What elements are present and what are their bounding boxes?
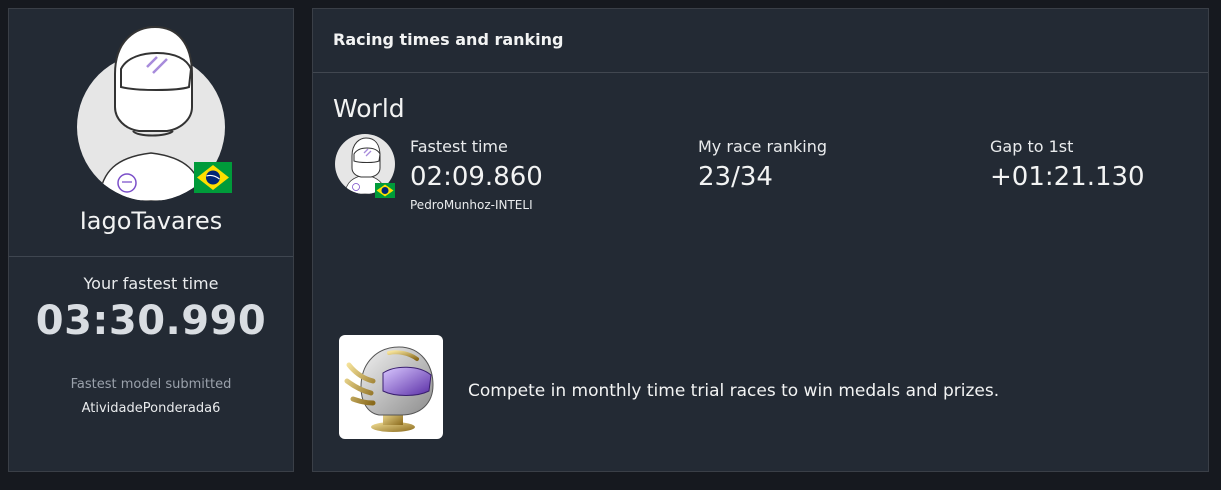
your-fastest-time-value: 03:30.990 xyxy=(35,298,267,344)
avatar xyxy=(77,19,232,201)
gap-to-first-stat: Gap to 1st +01:21.130 xyxy=(990,137,1145,192)
username: IagoTavares xyxy=(79,207,223,235)
gold-helmet-trophy-icon xyxy=(344,346,434,432)
racing-card-header: Racing times and ranking xyxy=(333,30,564,49)
race-ranking-stat: My race ranking 23/34 xyxy=(698,137,827,192)
fastest-model-value: AtividadePonderada6 xyxy=(81,401,221,416)
race-ranking-value: 23/34 xyxy=(698,162,773,192)
divider xyxy=(9,256,293,257)
fastest-model-label: Fastest model submitted xyxy=(70,377,232,392)
your-fastest-time-label: Your fastest time xyxy=(83,274,219,293)
profile-card: IagoTavares Your fastest time 03:30.990 … xyxy=(8,8,294,472)
helmet-icon xyxy=(114,25,193,137)
medal-helmet-image xyxy=(339,335,443,439)
divider xyxy=(313,72,1208,73)
race-ranking-label: My race ranking xyxy=(698,137,827,156)
brazil-flag-icon xyxy=(375,183,395,198)
brazil-flag-icon xyxy=(194,162,232,193)
gap-to-first-label: Gap to 1st xyxy=(990,137,1074,156)
fastest-time-holder: PedroMunhoz-INTELI xyxy=(410,198,533,212)
racing-card: Racing times and ranking World Fastest t… xyxy=(312,8,1209,472)
fastest-time-stat: Fastest time 02:09.860 PedroMunhoz-INTEL… xyxy=(410,137,543,212)
gap-to-first-value: +01:21.130 xyxy=(990,162,1145,192)
promo-text: Compete in monthly time trial races to w… xyxy=(468,381,1000,401)
fastest-time-label: Fastest time xyxy=(410,137,508,156)
fastest-time-value: 02:09.860 xyxy=(410,162,543,192)
region-title: World xyxy=(333,94,405,123)
leader-avatar xyxy=(335,134,397,200)
